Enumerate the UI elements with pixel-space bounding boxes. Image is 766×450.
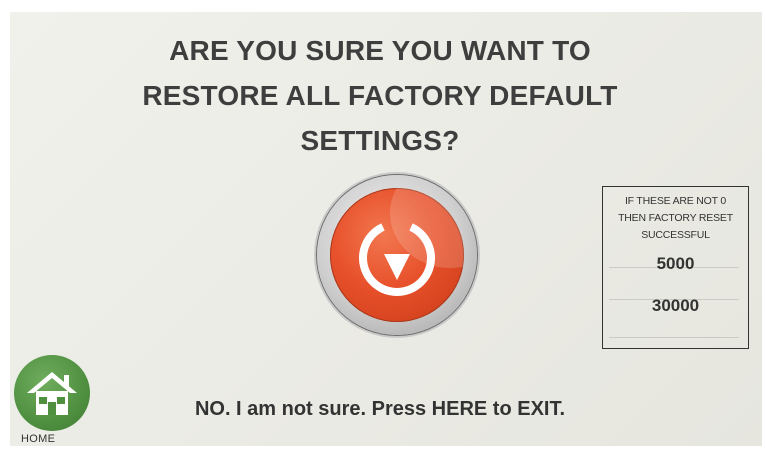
divider: [609, 267, 739, 268]
touchscreen: ARE YOU SURE YOU WANT TO RESTORE ALL FAC…: [10, 12, 762, 446]
restore-arrow-icon: [359, 223, 435, 296]
prompt-line: ARE YOU SURE YOU WANT TO: [169, 35, 591, 66]
reset-status-panel: IF THESE ARE NOT 0 THEN FACTORY RESET SU…: [602, 186, 749, 349]
confirmation-prompt: ARE YOU SURE YOU WANT TO RESTORE ALL FAC…: [130, 28, 630, 163]
house-icon: [27, 372, 77, 415]
restore-defaults-button[interactable]: [317, 175, 477, 335]
prompt-line: SETTINGS?: [300, 125, 460, 156]
prompt-line: RESTORE ALL FACTORY DEFAULT: [142, 80, 618, 111]
counter-value-1: 5000: [656, 254, 695, 273]
home-label: HOME: [21, 433, 56, 445]
home-button[interactable]: [14, 355, 90, 431]
divider: [609, 337, 739, 338]
exit-button[interactable]: NO. I am not sure. Press HERE to EXIT.: [140, 398, 620, 421]
screen-bezel: [0, 0, 766, 12]
caption-line: THEN FACTORY RESET: [618, 212, 733, 224]
status-caption: IF THESE ARE NOT 0 THEN FACTORY RESET SU…: [603, 193, 748, 244]
restore-button-face: [330, 188, 464, 322]
divider: [609, 299, 739, 300]
caption-line: SUCCESSFUL: [641, 229, 710, 241]
caption-line: IF THESE ARE NOT 0: [624, 195, 727, 207]
